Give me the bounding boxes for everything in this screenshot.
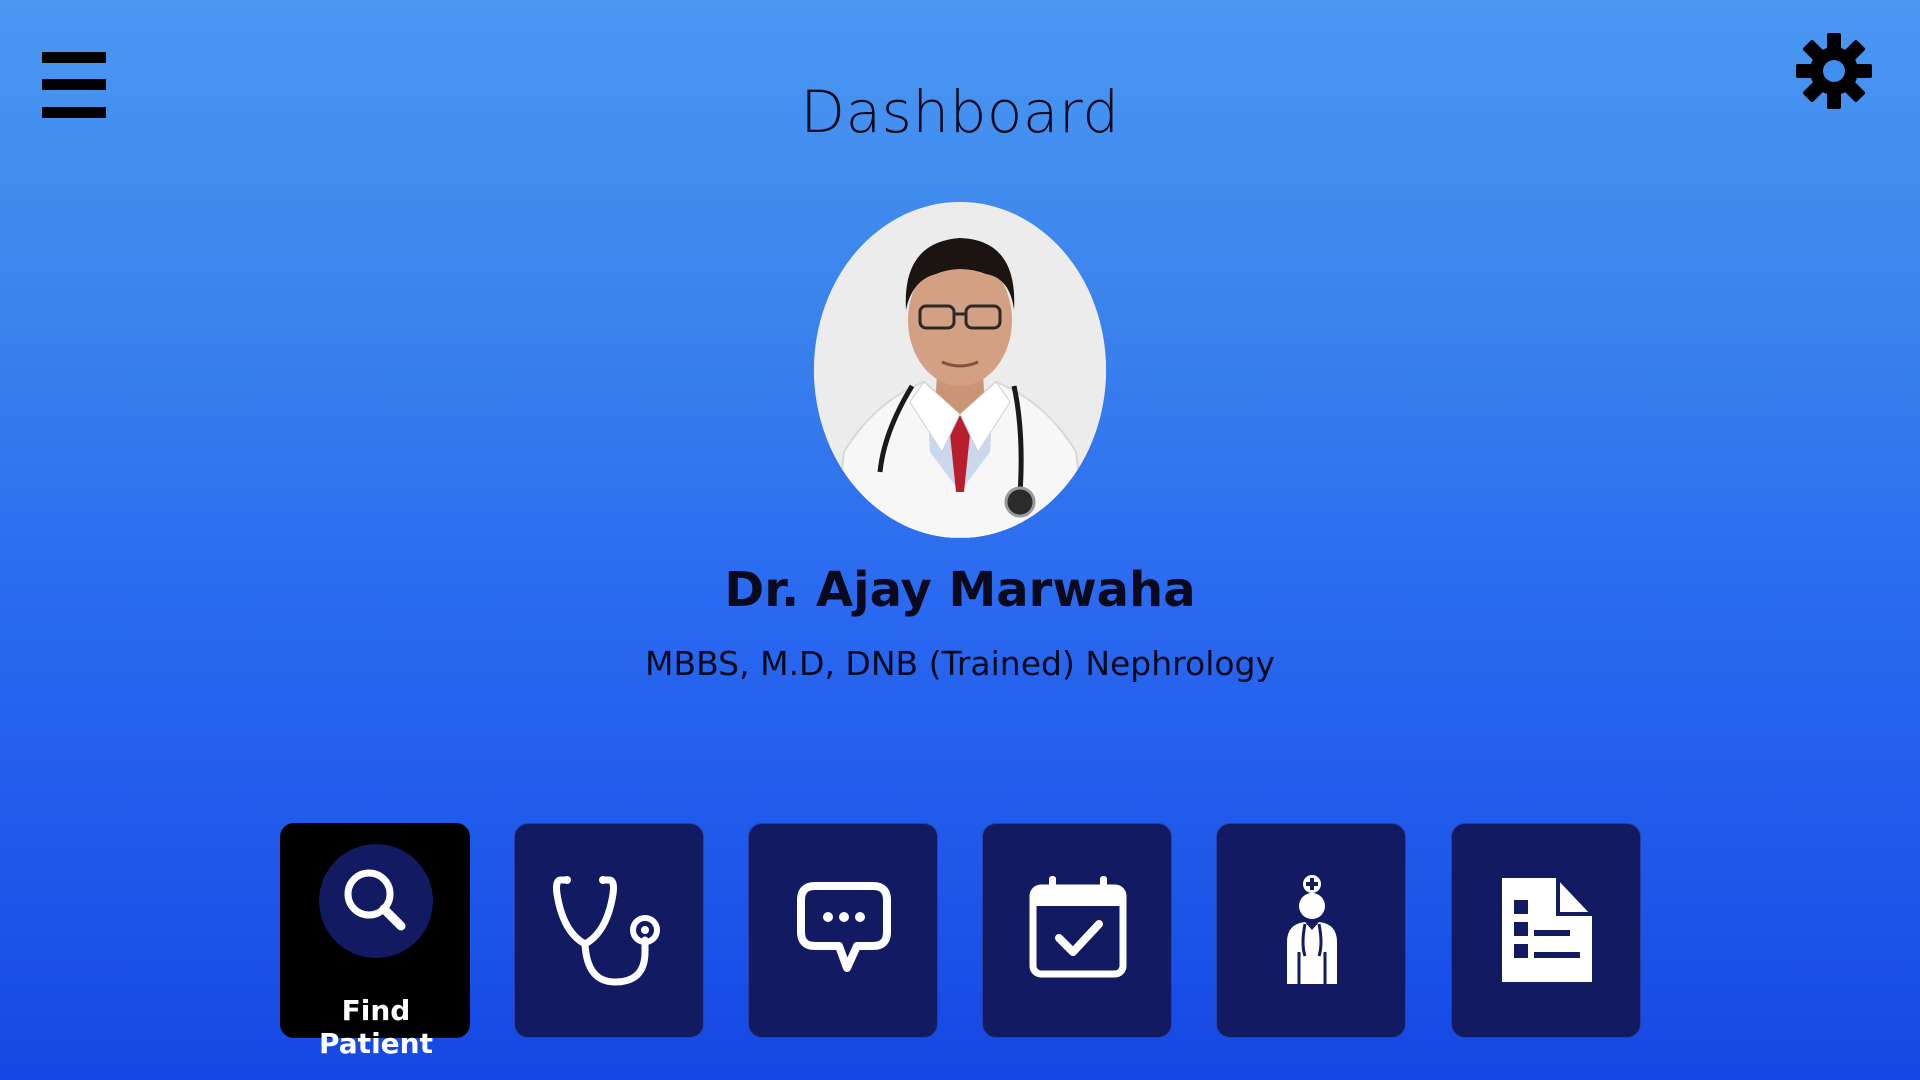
doctor-icon (1287, 875, 1337, 984)
page-title: Dashboard (800, 78, 1120, 146)
stethoscope-icon (553, 876, 660, 986)
report-document-icon (1502, 878, 1592, 982)
appointments-button[interactable] (982, 823, 1172, 1038)
settings-button[interactable] (1796, 33, 1872, 109)
calendar-check-icon (1029, 876, 1127, 978)
stethoscope-button[interactable] (514, 823, 704, 1038)
messages-button[interactable] (748, 823, 938, 1038)
doctor-name: Dr. Ajay Marwaha (724, 562, 1196, 618)
doctors-button[interactable] (1216, 823, 1406, 1038)
gear-icon (1796, 33, 1872, 109)
chat-bubble-icon (797, 882, 891, 972)
doctor-photo (814, 202, 1106, 538)
doctor-qualifications: MBBS, M.D, DNB (Trained) Nephrology (644, 644, 1276, 683)
doctor-avatar (814, 202, 1106, 538)
hamburger-menu-icon (42, 52, 106, 63)
reports-button[interactable] (1451, 823, 1641, 1038)
find-patient-label: Find Patient (319, 994, 433, 1060)
find-patient-button[interactable]: Find Patient (280, 823, 470, 1060)
